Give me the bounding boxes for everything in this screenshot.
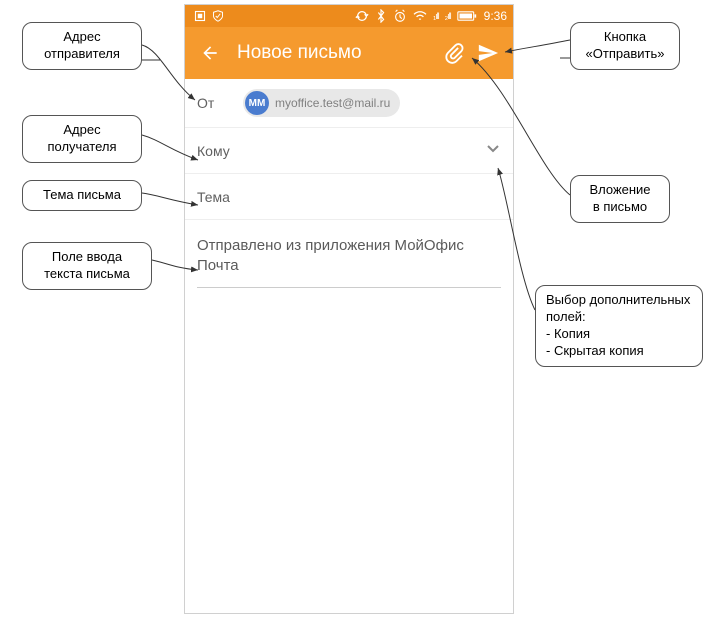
callout-recipient: Адрес получателя (22, 115, 142, 163)
callout-attach: Вложение в письмо (570, 175, 670, 223)
callout-sender: Адрес отправителя (22, 22, 142, 70)
callout-body: Поле ввода текста письма (22, 242, 152, 290)
callout-send: Кнопка «Отправить» (570, 22, 680, 70)
callout-expand: Выбор дополнительных полей: - Копия - Ск… (535, 285, 703, 367)
callout-subject: Тема письма (22, 180, 142, 211)
